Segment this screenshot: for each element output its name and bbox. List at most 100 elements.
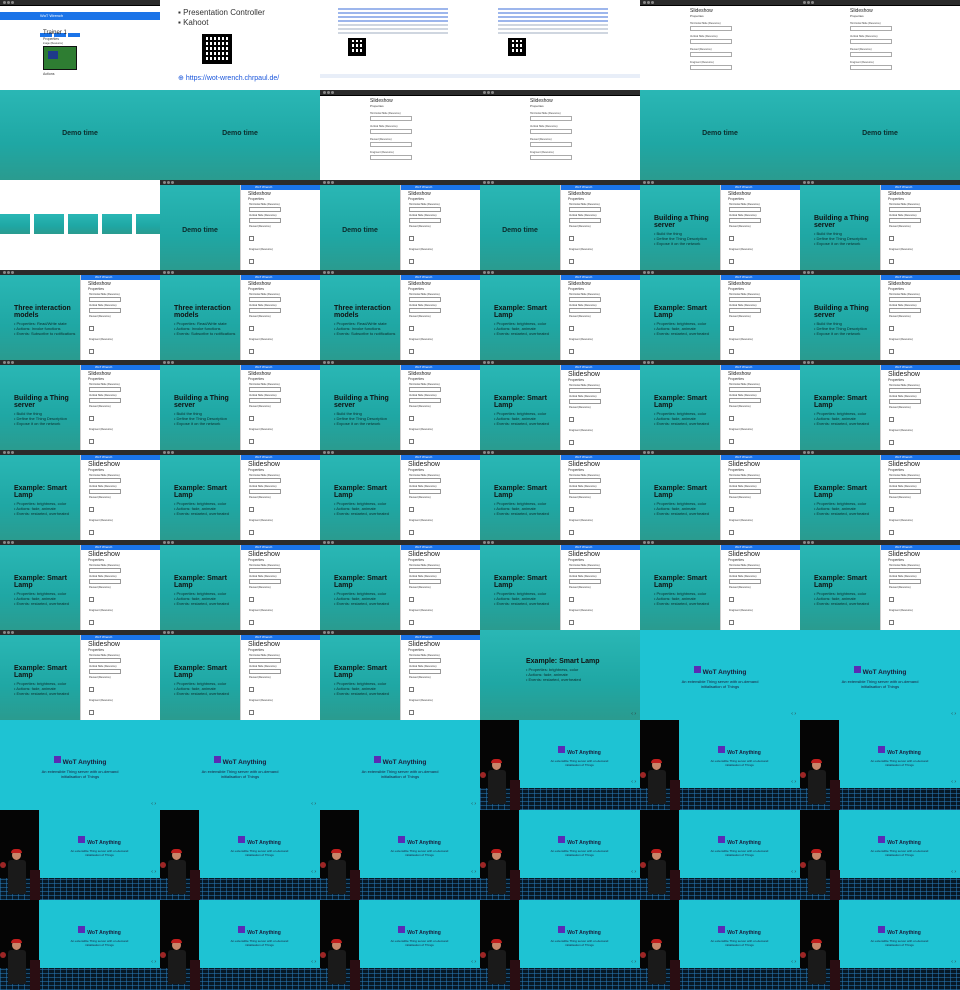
fragment-checkbox[interactable] [249, 530, 254, 535]
window-control-icon[interactable] [807, 361, 810, 364]
window-control-icon[interactable] [331, 541, 334, 544]
horizontal-slide-input[interactable] [409, 568, 441, 573]
window-control-icon[interactable] [491, 361, 494, 364]
window-control-icon[interactable] [327, 181, 330, 184]
window-control-icon[interactable] [11, 451, 14, 454]
property-input[interactable] [370, 155, 412, 160]
window-control-icon[interactable] [323, 451, 326, 454]
window-control-icon[interactable] [331, 361, 334, 364]
paused-checkbox[interactable] [729, 597, 734, 602]
paused-checkbox[interactable] [409, 236, 414, 241]
fragment-checkbox[interactable] [249, 259, 254, 264]
paused-checkbox[interactable] [729, 416, 734, 421]
fragment-checkbox[interactable] [409, 259, 414, 264]
property-input[interactable] [690, 26, 732, 31]
property-input[interactable] [850, 65, 892, 70]
fragment-checkbox[interactable] [89, 620, 94, 625]
window-control-icon[interactable] [651, 451, 654, 454]
window-control-icon[interactable] [11, 1, 14, 4]
paused-checkbox[interactable] [409, 507, 414, 512]
window-control-icon[interactable] [643, 361, 646, 364]
window-control-icon[interactable] [167, 361, 170, 364]
window-control-icon[interactable] [811, 361, 814, 364]
horizontal-slide-input[interactable] [889, 207, 921, 212]
fragment-checkbox[interactable] [249, 710, 254, 715]
window-control-icon[interactable] [323, 361, 326, 364]
vertical-slide-input[interactable] [89, 398, 121, 403]
window-control-icon[interactable] [643, 541, 646, 544]
window-control-icon[interactable] [171, 181, 174, 184]
vertical-slide-input[interactable] [89, 579, 121, 584]
horizontal-slide-input[interactable] [89, 387, 121, 392]
vertical-slide-input[interactable] [569, 399, 601, 404]
window-control-icon[interactable] [163, 271, 166, 274]
window-control-icon[interactable] [811, 1, 814, 4]
window-control-icon[interactable] [651, 1, 654, 4]
fragment-checkbox[interactable] [249, 620, 254, 625]
link-line[interactable] [498, 12, 608, 14]
window-control-icon[interactable] [163, 181, 166, 184]
window-control-icon[interactable] [487, 91, 490, 94]
link-line[interactable] [498, 16, 608, 18]
fragment-checkbox[interactable] [729, 349, 734, 354]
fragment-checkbox[interactable] [409, 349, 414, 354]
window-control-icon[interactable] [167, 541, 170, 544]
vertical-slide-input[interactable] [409, 489, 441, 494]
window-control-icon[interactable] [483, 181, 486, 184]
slide-thumbnail[interactable] [0, 214, 30, 234]
window-control-icon[interactable] [811, 271, 814, 274]
window-control-icon[interactable] [803, 541, 806, 544]
property-input[interactable] [850, 39, 892, 44]
window-control-icon[interactable] [171, 541, 174, 544]
window-control-icon[interactable] [803, 451, 806, 454]
window-control-icon[interactable] [163, 451, 166, 454]
link-line[interactable] [498, 20, 608, 22]
horizontal-slide-input[interactable] [89, 568, 121, 573]
vertical-slide-input[interactable] [569, 218, 601, 223]
paused-checkbox[interactable] [409, 597, 414, 602]
window-control-icon[interactable] [3, 451, 6, 454]
window-control-icon[interactable] [163, 631, 166, 634]
window-control-icon[interactable] [7, 361, 10, 364]
window-control-icon[interactable] [327, 631, 330, 634]
paused-checkbox[interactable] [729, 236, 734, 241]
window-control-icon[interactable] [331, 451, 334, 454]
paused-checkbox[interactable] [889, 507, 894, 512]
window-control-icon[interactable] [487, 271, 490, 274]
window-control-icon[interactable] [331, 91, 334, 94]
window-control-icon[interactable] [3, 361, 6, 364]
horizontal-slide-input[interactable] [249, 568, 281, 573]
window-control-icon[interactable] [651, 181, 654, 184]
window-control-icon[interactable] [487, 451, 490, 454]
paused-checkbox[interactable] [89, 597, 94, 602]
slide-thumbnail[interactable] [34, 214, 64, 234]
horizontal-slide-input[interactable] [249, 387, 281, 392]
link-line[interactable] [338, 20, 448, 22]
fragment-checkbox[interactable] [569, 259, 574, 264]
paused-checkbox[interactable] [409, 326, 414, 331]
horizontal-slide-input[interactable] [89, 658, 121, 663]
window-control-icon[interactable] [163, 361, 166, 364]
window-control-icon[interactable] [807, 1, 810, 4]
paused-checkbox[interactable] [569, 417, 574, 422]
window-control-icon[interactable] [3, 271, 6, 274]
paused-checkbox[interactable] [569, 236, 574, 241]
window-control-icon[interactable] [3, 631, 6, 634]
vertical-slide-input[interactable] [249, 489, 281, 494]
vertical-slide-input[interactable] [409, 218, 441, 223]
window-control-icon[interactable] [327, 361, 330, 364]
window-control-icon[interactable] [643, 181, 646, 184]
window-control-icon[interactable] [491, 541, 494, 544]
window-control-icon[interactable] [323, 631, 326, 634]
fragment-checkbox[interactable] [569, 349, 574, 354]
horizontal-slide-input[interactable] [569, 297, 601, 302]
fragment-checkbox[interactable] [89, 349, 94, 354]
vertical-slide-input[interactable] [89, 308, 121, 313]
window-control-icon[interactable] [483, 451, 486, 454]
fragment-checkbox[interactable] [889, 259, 894, 264]
vertical-slide-input[interactable] [889, 489, 921, 494]
window-control-icon[interactable] [483, 271, 486, 274]
fragment-checkbox[interactable] [569, 530, 574, 535]
window-control-icon[interactable] [647, 181, 650, 184]
horizontal-slide-input[interactable] [729, 387, 761, 392]
